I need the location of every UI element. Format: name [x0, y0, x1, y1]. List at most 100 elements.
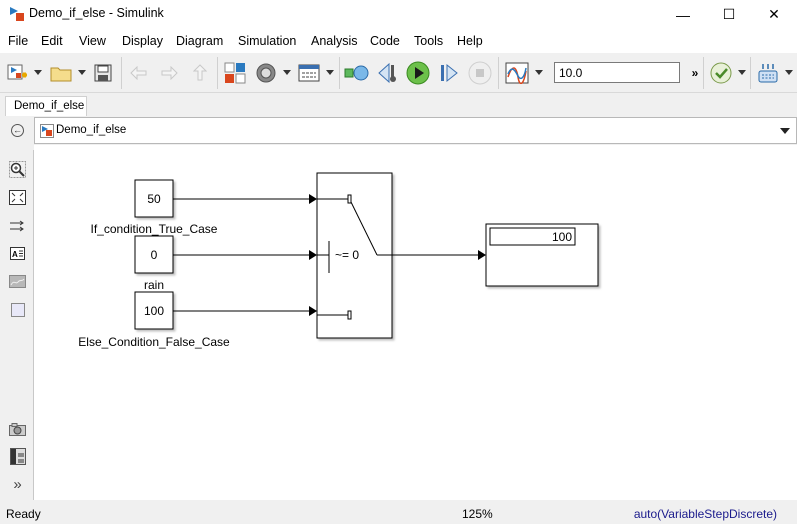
scope-dropdown[interactable]: [535, 70, 543, 75]
close-icon: ✕: [768, 6, 780, 22]
step-forward-button[interactable]: [438, 60, 460, 86]
address-bar[interactable]: Demo_if_else: [34, 117, 797, 144]
palette: A »: [0, 150, 34, 500]
expand-button[interactable]: »: [9, 476, 26, 493]
new-model-button[interactable]: [6, 60, 28, 86]
model-advisor-dropdown[interactable]: [738, 70, 746, 75]
forward-icon: [161, 66, 178, 80]
title-bar: Demo_if_else - Simulink — ☐ ✕: [0, 0, 797, 29]
snapshot-button[interactable]: [9, 421, 26, 438]
step-back-icon: [378, 62, 396, 84]
annotation-icon: A: [10, 247, 25, 260]
run-button[interactable]: [405, 60, 431, 86]
fit-view-button[interactable]: [9, 189, 26, 206]
annotation-button[interactable]: A: [9, 245, 26, 262]
library-browser-icon: [224, 62, 246, 84]
back-button[interactable]: [128, 60, 150, 86]
build-button[interactable]: [756, 60, 780, 86]
status-bar: Ready 125% auto(VariableStepDiscrete): [0, 505, 797, 524]
image-icon: [9, 275, 26, 288]
constant-block-true-case[interactable]: 50: [134, 179, 174, 218]
model-browser-icon: [9, 448, 26, 465]
menu-diagram[interactable]: Diagram: [176, 34, 223, 48]
navigate-back-icon[interactable]: ←: [11, 124, 24, 137]
switch-block[interactable]: ~= 0: [316, 172, 393, 339]
tab-strip: Demo_if_else: [0, 94, 797, 116]
step-back-button[interactable]: [377, 60, 399, 86]
update-diagram-button[interactable]: [344, 60, 370, 86]
minimize-button[interactable]: —: [660, 0, 706, 29]
zoom-level: 125%: [462, 507, 493, 521]
menu-display[interactable]: Display: [122, 34, 163, 48]
menu-code[interactable]: Code: [370, 34, 400, 48]
toolbar-overflow-button[interactable]: »: [688, 60, 702, 86]
library-browser-button[interactable]: [223, 60, 247, 86]
block-label[interactable]: If_condition_True_Case: [91, 222, 218, 236]
menu-file[interactable]: File: [8, 34, 28, 48]
signal-line-3[interactable]: [173, 306, 317, 316]
up-button[interactable]: [189, 60, 211, 86]
menu-analysis[interactable]: Analysis: [311, 34, 358, 48]
constant-value: 0: [151, 248, 158, 262]
display-block[interactable]: 100: [485, 223, 599, 287]
image-button[interactable]: [9, 273, 26, 290]
model-browser-button[interactable]: [9, 448, 26, 465]
snapshot-icon: [9, 423, 26, 436]
model-explorer-button[interactable]: [297, 60, 321, 86]
model-advisor-button[interactable]: [709, 60, 733, 86]
svg-text:A: A: [12, 250, 18, 259]
menu-simulation[interactable]: Simulation: [238, 34, 296, 48]
menu-help[interactable]: Help: [457, 34, 483, 48]
fit-view-icon: [9, 190, 26, 205]
new-model-dropdown[interactable]: [34, 70, 42, 75]
model-canvas[interactable]: 50 If_condition_True_Case 0 rain 100 Els…: [34, 145, 797, 500]
menu-edit[interactable]: Edit: [41, 34, 63, 48]
constant-value: 50: [147, 192, 161, 206]
solver-link[interactable]: auto(VariableStepDiscrete): [634, 507, 777, 521]
constant-block-false-case[interactable]: 100: [134, 291, 174, 330]
build-dropdown[interactable]: [785, 70, 793, 75]
zoom-icon: [9, 161, 26, 178]
maximize-icon: ☐: [722, 6, 736, 22]
build-icon: [758, 64, 778, 83]
simulink-logo-icon: [10, 7, 24, 21]
close-button[interactable]: ✕: [751, 0, 797, 29]
signal-line-2[interactable]: [173, 250, 317, 260]
signal-line-1[interactable]: [173, 194, 317, 204]
maximize-button[interactable]: ☐: [706, 0, 752, 29]
stop-icon: [468, 61, 492, 85]
block-label[interactable]: rain: [144, 278, 164, 292]
model-advisor-icon: [710, 62, 732, 84]
constant-block-rain[interactable]: 0: [134, 235, 174, 274]
open-button[interactable]: [49, 60, 73, 86]
stop-button[interactable]: [467, 60, 493, 86]
model-explorer-dropdown[interactable]: [326, 70, 334, 75]
route-lines-icon: [10, 220, 24, 231]
display-value: 100: [552, 230, 572, 244]
address-path: Demo_if_else: [56, 124, 127, 136]
model-explorer-icon: [298, 64, 320, 82]
step-forward-icon: [441, 63, 458, 83]
run-icon: [406, 61, 430, 85]
menu-tools[interactable]: Tools: [414, 34, 443, 48]
block-label[interactable]: Else_Condition_False_Case: [78, 335, 230, 349]
signal-line-out[interactable]: [392, 250, 486, 260]
route-lines-button[interactable]: [9, 217, 26, 234]
window-title: Demo_if_else - Simulink: [29, 6, 164, 20]
new-model-icon: [7, 64, 27, 80]
tab-demo-if-else[interactable]: Demo_if_else: [5, 96, 87, 116]
open-dropdown[interactable]: [78, 70, 86, 75]
zoom-button[interactable]: [9, 161, 26, 178]
stop-time-input[interactable]: [554, 62, 680, 83]
minimize-icon: —: [676, 6, 690, 23]
constant-value: 100: [144, 304, 164, 318]
area-button[interactable]: [9, 301, 26, 318]
forward-button[interactable]: [158, 60, 180, 86]
scope-button[interactable]: [504, 60, 530, 86]
menu-view[interactable]: View: [79, 34, 106, 48]
model-settings-button[interactable]: [254, 60, 278, 86]
address-dropdown-icon[interactable]: [780, 128, 790, 134]
save-button[interactable]: [92, 60, 114, 86]
model-settings-dropdown[interactable]: [283, 70, 291, 75]
open-icon: [50, 67, 72, 82]
